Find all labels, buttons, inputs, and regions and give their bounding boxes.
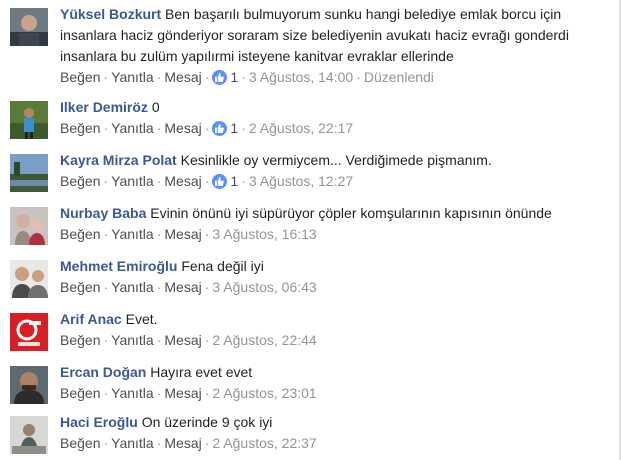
comment-text: Fena değil iyi	[181, 258, 264, 274]
thumbs-up-icon[interactable]	[212, 174, 228, 189]
separator: ·	[204, 120, 210, 136]
reply-button[interactable]: Yanıtla	[111, 69, 154, 85]
reply-button[interactable]: Yanıtla	[111, 385, 154, 401]
comment-timestamp[interactable]: 3 Ağustos, 16:13	[212, 226, 316, 242]
separator: ·	[156, 435, 162, 451]
separator: ·	[156, 226, 162, 242]
separator: ·	[204, 435, 210, 451]
comment-actions: Beğen · Yanıtla · Mesaj · 2 Ağustos, 22:37	[60, 433, 608, 454]
separator: ·	[156, 332, 162, 348]
comment-text: On üzerinde 9 çok iyi	[141, 414, 273, 430]
separator: ·	[204, 385, 210, 401]
separator: ·	[204, 69, 210, 85]
message-button[interactable]: Mesaj	[164, 226, 201, 242]
avatar[interactable]	[10, 154, 48, 192]
separator: ·	[204, 226, 210, 242]
comment-text: 0	[151, 99, 160, 115]
reply-button[interactable]: Yanıtla	[111, 226, 154, 242]
like-button[interactable]: Beğen	[60, 385, 100, 401]
comment-timestamp[interactable]: 3 Ağustos, 14:00	[249, 69, 353, 85]
comment-timestamp[interactable]: 3 Ağustos, 12:27	[249, 173, 353, 189]
separator: ·	[356, 69, 361, 85]
reply-button[interactable]: Yanıtla	[111, 332, 154, 348]
message-button[interactable]: Mesaj	[164, 385, 201, 401]
separator: ·	[103, 69, 109, 85]
separator: ·	[103, 120, 109, 136]
like-button[interactable]: Beğen	[60, 279, 100, 295]
reply-button[interactable]: Yanıtla	[111, 279, 154, 295]
comment-author[interactable]: Haci Eroğlu	[60, 414, 138, 430]
message-button[interactable]: Mesaj	[164, 173, 201, 189]
comment-timestamp[interactable]: 3 Ağustos, 06:43	[212, 279, 316, 295]
like-button[interactable]: Beğen	[60, 435, 100, 451]
thumbs-up-icon[interactable]	[212, 70, 228, 85]
separator: ·	[103, 332, 109, 348]
comment-author[interactable]: Nurbay Baba	[60, 205, 146, 221]
avatar[interactable]	[10, 313, 48, 351]
comment-actions: Beğen · Yanıtla · Mesaj · 1 · 3 Ağustos, 12:27	[60, 171, 608, 192]
comment-text: Evinin önünü iyi süpürüyor çöpler komşul…	[150, 205, 552, 221]
separator: ·	[103, 173, 109, 189]
separator: ·	[156, 69, 162, 85]
like-button[interactable]: Beğen	[60, 226, 100, 242]
like-button[interactable]: Beğen	[60, 332, 100, 348]
separator: ·	[241, 120, 246, 136]
separator: ·	[156, 279, 162, 295]
separator: ·	[204, 173, 210, 189]
avatar[interactable]	[10, 207, 48, 245]
message-button[interactable]: Mesaj	[164, 120, 201, 136]
message-button[interactable]: Mesaj	[164, 279, 201, 295]
comment-actions: Beğen · Yanıtla · Mesaj · 3 Ağustos, 16:13	[60, 224, 608, 245]
avatar[interactable]	[10, 8, 48, 46]
comment-author[interactable]: Kayra Mirza Polat	[60, 152, 177, 168]
separator: ·	[156, 173, 162, 189]
like-button[interactable]: Beğen	[60, 69, 100, 85]
comment-author[interactable]: Yüksel Bozkurt	[60, 6, 161, 22]
separator: ·	[241, 173, 246, 189]
separator: ·	[241, 69, 246, 85]
edited-label[interactable]: Düzenlendi	[364, 69, 434, 85]
avatar[interactable]	[10, 416, 48, 454]
comment-actions: Beğen · Yanıtla · Mesaj · 3 Ağustos, 06:43	[60, 277, 608, 298]
comment-text: Evet.	[125, 311, 158, 327]
comment-timestamp[interactable]: 2 Ağustos, 23:01	[212, 385, 316, 401]
like-button[interactable]: Beğen	[60, 120, 100, 136]
comment-actions: Beğen · Yanıtla · Mesaj · 2 Ağustos, 23:01	[60, 383, 608, 404]
comment-actions: Beğen · Yanıtla · Mesaj · 1 · 2 Ağustos, 22:17	[60, 118, 608, 139]
separator: ·	[204, 279, 210, 295]
message-button[interactable]: Mesaj	[164, 69, 201, 85]
reply-button[interactable]: Yanıtla	[111, 120, 154, 136]
comment-actions: Beğen · Yanıtla · Mesaj · 2 Ağustos, 22:44	[60, 330, 608, 351]
message-button[interactable]: Mesaj	[164, 435, 201, 451]
avatar[interactable]	[10, 366, 48, 404]
message-button[interactable]: Mesaj	[164, 332, 201, 348]
separator: ·	[103, 435, 109, 451]
separator: ·	[156, 120, 162, 136]
separator: ·	[156, 385, 162, 401]
reply-button[interactable]: Yanıtla	[111, 435, 154, 451]
comment-text: Kesinlikle oy vermiycem... Verdiğimede p…	[180, 152, 492, 168]
separator: ·	[103, 385, 109, 401]
comment-author[interactable]: Ercan Doğan	[60, 364, 146, 380]
comment-timestamp[interactable]: 2 Ağustos, 22:37	[212, 435, 316, 451]
comment-author[interactable]: Arif Anac	[60, 311, 122, 327]
separator: ·	[103, 226, 109, 242]
reply-button[interactable]: Yanıtla	[111, 173, 154, 189]
avatar[interactable]	[10, 101, 48, 139]
comment-timestamp[interactable]: 2 Ağustos, 22:17	[249, 120, 353, 136]
comment-text: Hayıra evet evet	[150, 364, 253, 380]
comment-author[interactable]: Mehmet Emiroğlu	[60, 258, 177, 274]
separator: ·	[204, 332, 210, 348]
comment-actions: Beğen · Yanıtla · Mesaj · 1 · 3 Ağustos, 14:00 · D…	[60, 67, 608, 88]
avatar[interactable]	[10, 260, 48, 298]
comment-author[interactable]: Ilker Demiröz	[60, 99, 148, 115]
comment-timestamp[interactable]: 2 Ağustos, 22:44	[212, 332, 316, 348]
separator: ·	[103, 279, 109, 295]
like-button[interactable]: Beğen	[60, 173, 100, 189]
thumbs-up-icon[interactable]	[212, 121, 228, 136]
